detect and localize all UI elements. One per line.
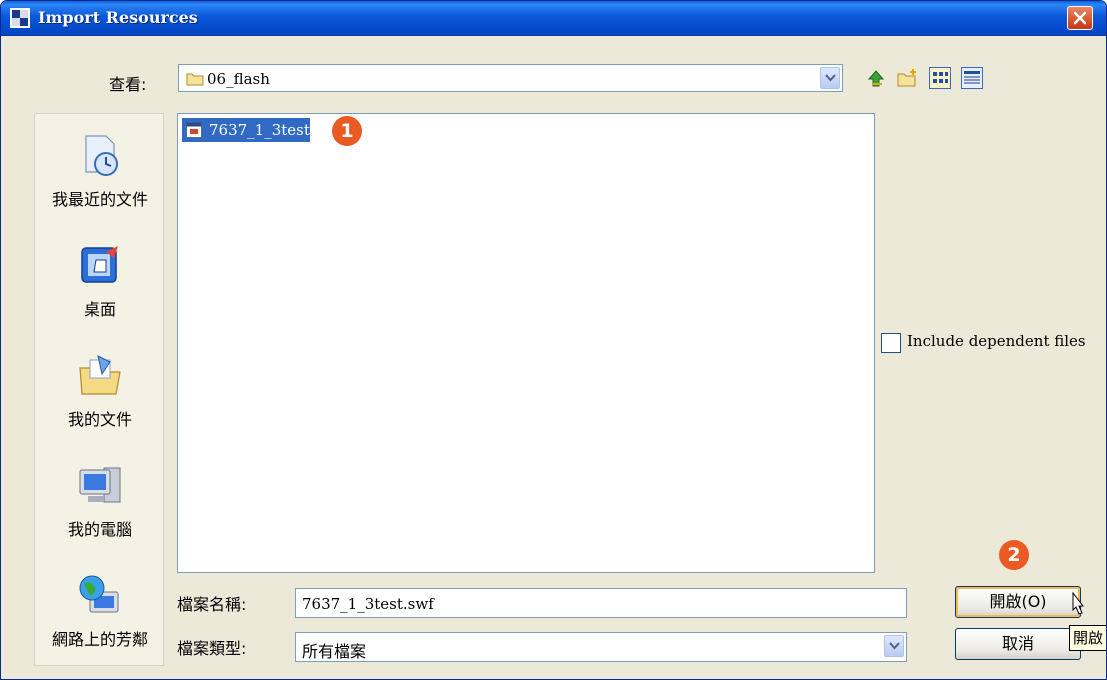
look-in-dropdown-button[interactable] (820, 67, 840, 89)
desktop-icon (81, 246, 118, 283)
close-icon (1073, 11, 1087, 25)
file-type-value: 所有檔案 (302, 642, 367, 661)
folder-icon (186, 73, 204, 86)
file-name-value: 7637_1_3test.swf (302, 595, 434, 613)
title-bar: Import Resources (1, 1, 1106, 36)
file-list[interactable]: 7637_1_3test (177, 113, 875, 573)
place-desktop[interactable]: 桌面 (35, 242, 165, 320)
my-computer-icon (79, 467, 121, 503)
place-label: 桌面 (83, 300, 116, 319)
file-type-dropdown-button[interactable] (884, 635, 904, 657)
place-network[interactable]: 網路上的芳鄰 (35, 572, 165, 650)
chevron-down-icon (825, 74, 836, 82)
recent-documents-icon (85, 135, 118, 176)
include-dependent-label: Include dependent files (907, 332, 1086, 350)
network-places-icon (79, 575, 119, 613)
file-item[interactable]: 7637_1_3test (182, 118, 310, 142)
mouse-cursor-icon (1072, 592, 1085, 615)
window-title: Import Resources (38, 8, 198, 27)
tooltip: 開啟 (1069, 625, 1106, 651)
place-my-documents[interactable]: 我的文件 (35, 352, 165, 430)
places-bar: 我最近的文件 桌面 我的文件 我的電腦 網路上的芳鄰 (34, 113, 164, 666)
app-icon (10, 8, 30, 28)
swf-file-icon (186, 122, 202, 138)
place-my-computer[interactable]: 我的電腦 (35, 462, 165, 540)
look-in-label: 查看: (109, 75, 147, 94)
chevron-down-icon (889, 642, 900, 650)
look-in-combo[interactable]: 06_flash (178, 64, 843, 92)
file-type-label: 檔案類型: (177, 639, 247, 658)
callout-badge-2: 2 (999, 540, 1029, 570)
up-one-level-icon[interactable] (866, 67, 888, 89)
place-label: 網路上的芳鄰 (51, 630, 148, 649)
place-recent-documents[interactable]: 我最近的文件 (35, 132, 165, 210)
place-label: 我最近的文件 (51, 190, 148, 209)
cancel-button[interactable]: 取消 (955, 628, 1081, 660)
close-button[interactable] (1067, 6, 1093, 30)
file-name-label: 檔案名稱: (177, 595, 247, 614)
list-view-icon[interactable] (929, 67, 951, 89)
look-in-value: 06_flash (207, 70, 270, 88)
file-type-combo[interactable]: 所有檔案 (295, 632, 907, 662)
file-name: 7637_1_3test (209, 121, 310, 139)
my-documents-icon (79, 355, 121, 395)
callout-badge-1: 1 (332, 116, 362, 146)
open-button[interactable]: 開啟(O) (955, 586, 1081, 618)
include-dependent-checkbox[interactable] (881, 333, 901, 353)
place-label: 我的電腦 (67, 520, 132, 539)
new-folder-icon[interactable] (896, 67, 918, 89)
file-name-input[interactable]: 7637_1_3test.swf (295, 588, 907, 618)
place-label: 我的文件 (67, 410, 132, 429)
details-view-icon[interactable] (961, 67, 983, 89)
import-resources-dialog: Import Resources 查看: 06_flash 我最近的文件 桌面 … (0, 0, 1107, 680)
